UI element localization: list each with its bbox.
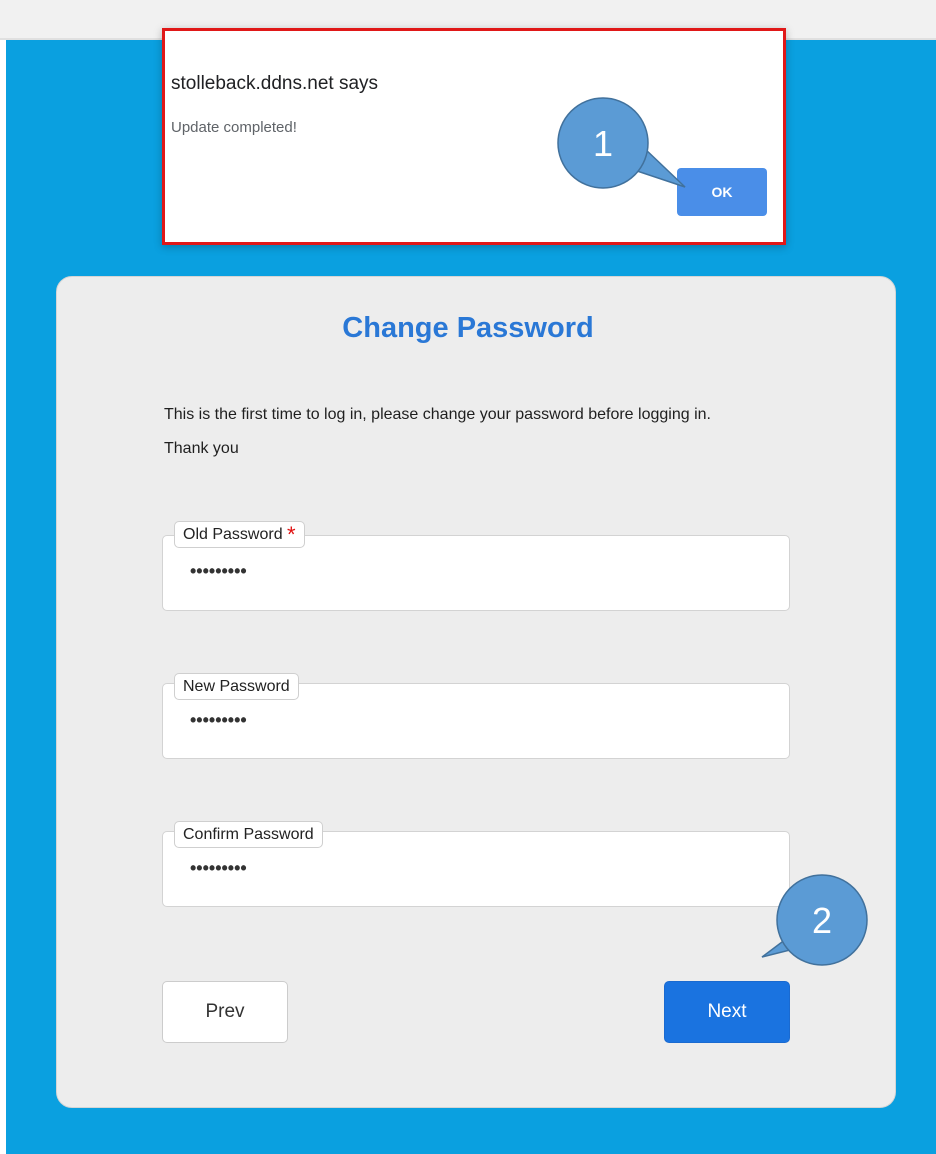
intro-line-1: This is the first time to log in, please… <box>164 406 711 423</box>
callout-1-number: 1 <box>593 123 613 164</box>
next-button[interactable]: Next <box>664 981 790 1043</box>
new-password-label-text: New Password <box>183 678 290 695</box>
dialog-message: Update completed! <box>171 119 297 136</box>
new-password-label: New Password <box>174 673 299 700</box>
confirm-password-value: ••••••••• <box>190 858 247 878</box>
required-asterisk: * <box>287 522 296 547</box>
ok-button[interactable]: OK <box>677 168 767 216</box>
confirm-password-label: Confirm Password <box>174 821 323 848</box>
dialog-host-text: stolleback.ddns.net says <box>171 73 379 94</box>
old-password-label: Old Password * <box>174 521 305 548</box>
intro-line-2: Thank you <box>164 440 239 457</box>
prev-button[interactable]: Prev <box>162 981 288 1043</box>
page-title: Change Password <box>342 312 594 344</box>
confirm-password-label-text: Confirm Password <box>183 826 314 843</box>
callout-step-1: 1 <box>557 97 686 189</box>
callout-2-number: 2 <box>812 900 832 941</box>
new-password-value: ••••••••• <box>190 710 247 730</box>
intro-text: This is the first time to log in, please… <box>164 398 824 466</box>
old-password-label-text: Old Password <box>183 526 283 543</box>
callout-step-2: 2 <box>761 874 868 966</box>
old-password-value: ••••••••• <box>190 561 247 581</box>
